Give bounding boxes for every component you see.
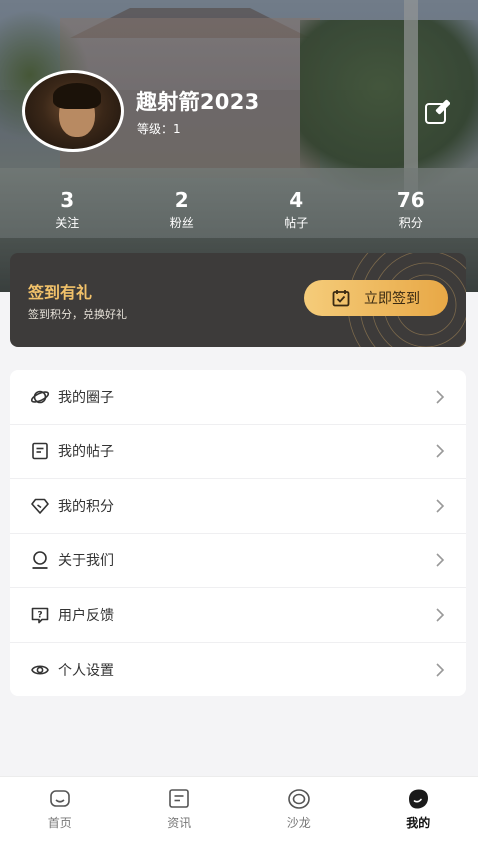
news-icon — [169, 789, 190, 808]
eye-settings-icon — [30, 660, 50, 680]
menu-item-my-posts[interactable]: 我的帖子 — [10, 425, 466, 479]
mine-icon — [409, 789, 429, 809]
tab-label: 首页 — [47, 816, 72, 830]
menu-item-label: 我的帖子 — [58, 444, 114, 461]
stat-points[interactable]: 76 积分 — [354, 188, 469, 240]
salon-icon — [287, 789, 310, 809]
diamond-icon — [30, 496, 50, 516]
chevron-right-icon — [436, 444, 445, 458]
tab-mine[interactable]: 我的 — [359, 777, 478, 850]
tab-home[interactable]: 首页 — [0, 777, 120, 850]
menu-item-label: 关于我们 — [58, 553, 114, 570]
avatar[interactable] — [22, 70, 124, 152]
stat-label: 帖子 — [284, 216, 309, 230]
stat-label: 关注 — [55, 216, 80, 230]
stats-row: 3 关注 2 粉丝 4 帖子 76 积分 — [10, 188, 468, 240]
stat-value: 4 — [289, 188, 304, 212]
menu-list: 我的圈子 我的帖子 我的积分 关于我们 ? 用户反馈 个人设置 — [10, 370, 466, 696]
stat-label: 积分 — [398, 216, 423, 230]
stat-value: 3 — [60, 188, 75, 212]
chevron-right-icon — [436, 608, 445, 622]
signin-subtitle: 签到积分，兑换好礼 — [28, 308, 127, 321]
menu-item-personal-settings[interactable]: 个人设置 — [10, 643, 466, 698]
feedback-icon: ? — [30, 605, 50, 625]
calendar-check-icon — [332, 290, 350, 307]
stat-posts[interactable]: 4 帖子 — [239, 188, 354, 240]
menu-item-my-points[interactable]: 我的积分 — [10, 479, 466, 534]
username: 趣射箭2023 — [136, 90, 260, 114]
tab-label: 资讯 — [167, 816, 192, 830]
menu-item-label: 用户反馈 — [58, 607, 114, 624]
stat-label: 粉丝 — [169, 216, 194, 230]
stat-following[interactable]: 3 关注 — [10, 188, 125, 240]
signin-button[interactable]: 立即签到 — [304, 280, 448, 316]
planet-icon — [30, 387, 50, 407]
user-level: 等级：1 — [137, 122, 181, 136]
stat-followers[interactable]: 2 粉丝 — [125, 188, 240, 240]
menu-item-my-circles[interactable]: 我的圈子 — [10, 370, 466, 425]
chevron-right-icon — [436, 390, 445, 404]
edit-profile-icon[interactable] — [424, 99, 451, 125]
tab-label: 沙龙 — [286, 816, 311, 830]
user-icon — [30, 550, 50, 570]
document-icon — [30, 441, 50, 461]
home-icon — [49, 790, 70, 807]
menu-item-feedback[interactable]: ? 用户反馈 — [10, 588, 466, 643]
stat-value: 2 — [174, 188, 189, 212]
tab-label: 我的 — [406, 816, 431, 830]
menu-item-label: 个人设置 — [58, 662, 114, 679]
menu-item-label: 我的圈子 — [58, 389, 114, 406]
stat-value: 76 — [396, 188, 425, 212]
chevron-right-icon — [436, 499, 445, 513]
chevron-right-icon — [436, 553, 445, 567]
menu-item-about-us[interactable]: 关于我们 — [10, 534, 466, 588]
bottom-tab-bar: 首页 资讯 沙龙 我的 — [0, 776, 478, 850]
chevron-right-icon — [436, 663, 445, 677]
signin-button-label: 立即签到 — [364, 291, 420, 307]
tab-news[interactable]: 资讯 — [120, 777, 240, 850]
svg-text:?: ? — [37, 610, 42, 620]
signin-title: 签到有礼 — [28, 283, 93, 302]
signin-card: 签到有礼 签到积分，兑换好礼 立即签到 — [10, 253, 466, 347]
menu-item-label: 我的积分 — [58, 498, 114, 515]
tab-salon[interactable]: 沙龙 — [239, 777, 359, 850]
